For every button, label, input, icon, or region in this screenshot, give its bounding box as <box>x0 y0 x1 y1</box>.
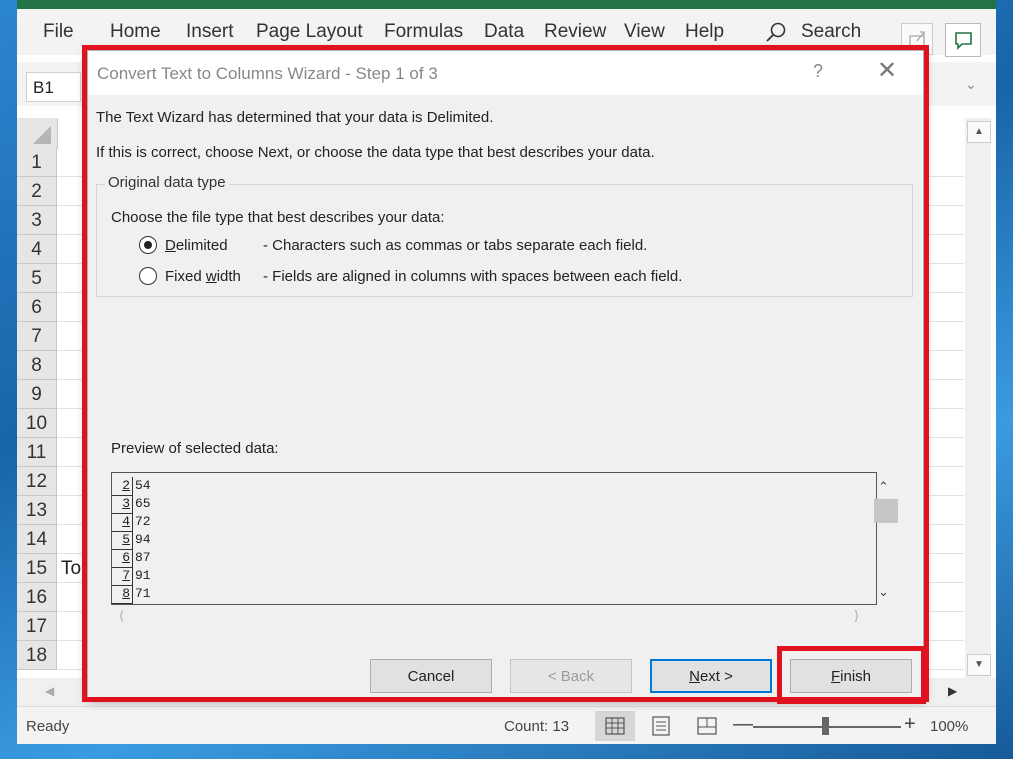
page-break-icon <box>697 717 717 735</box>
title-bar-strip <box>17 0 996 9</box>
row-header[interactable]: 10 <box>17 409 57 438</box>
formula-expand-icon[interactable]: ⌄ <box>965 76 977 93</box>
scroll-up-icon[interactable]: ▲ <box>967 121 991 143</box>
menu-formulas[interactable]: Formulas <box>384 21 463 43</box>
row-header[interactable]: 11 <box>17 438 57 467</box>
zoom-slider-thumb[interactable] <box>822 717 829 735</box>
menu-review[interactable]: Review <box>544 21 606 43</box>
dialog-highlight-box <box>82 45 929 702</box>
scroll-down-icon[interactable]: ▼ <box>967 654 991 676</box>
row-header[interactable]: 4 <box>17 235 57 264</box>
row-header[interactable]: 6 <box>17 293 57 322</box>
menu-insert[interactable]: Insert <box>186 21 234 43</box>
row-header[interactable]: 13 <box>17 496 57 525</box>
row-header[interactable]: 2 <box>17 177 57 206</box>
zoom-level[interactable]: 100% <box>930 718 968 735</box>
search-icon[interactable] <box>765 21 787 43</box>
row-header[interactable]: 1 <box>17 148 57 177</box>
page-layout-view-button[interactable] <box>641 711 681 741</box>
row-header[interactable]: 5 <box>17 264 57 293</box>
name-box[interactable]: B1 <box>26 72 81 102</box>
row-header[interactable]: 14 <box>17 525 57 554</box>
row-header[interactable]: 16 <box>17 583 57 612</box>
page-break-view-button[interactable] <box>687 711 727 741</box>
row-header[interactable]: 18 <box>17 641 57 670</box>
normal-view-button[interactable] <box>595 711 635 741</box>
select-all-corner[interactable] <box>17 118 58 149</box>
vertical-scrollbar[interactable]: ▲ ▼ <box>965 118 991 678</box>
status-bar: Ready Count: 13 — + 100% <box>17 706 996 744</box>
hscroll-right-icon[interactable]: ▶ <box>948 684 957 698</box>
normal-view-icon <box>605 717 625 735</box>
search-label[interactable]: Search <box>801 21 861 43</box>
comments-button[interactable] <box>945 23 981 57</box>
row-header[interactable]: 17 <box>17 612 57 641</box>
select-all-triangle-icon <box>33 126 51 144</box>
row-header[interactable]: 3 <box>17 206 57 235</box>
row-header[interactable]: 15 <box>17 554 57 583</box>
row-header[interactable]: 8 <box>17 351 57 380</box>
page-layout-icon <box>652 716 670 736</box>
menu-view[interactable]: View <box>624 21 665 43</box>
menu-data[interactable]: Data <box>484 21 524 43</box>
cell-a15-text[interactable]: To <box>61 558 81 580</box>
finish-highlight-box <box>777 646 926 704</box>
comment-icon <box>955 32 972 50</box>
status-ready: Ready <box>26 718 70 735</box>
menu-file[interactable]: File <box>43 21 74 43</box>
row-header[interactable]: 7 <box>17 322 57 351</box>
status-count: Count: 13 <box>504 718 570 735</box>
zoom-in-icon[interactable]: + <box>904 713 916 736</box>
zoom-out-icon[interactable]: — <box>733 713 753 736</box>
row-header[interactable]: 12 <box>17 467 57 496</box>
row-header[interactable]: 9 <box>17 380 57 409</box>
tab-scroll-left-icon[interactable]: ◀ <box>45 684 54 698</box>
menu-help[interactable]: Help <box>685 21 724 43</box>
menu-home[interactable]: Home <box>110 21 161 43</box>
menu-page-layout[interactable]: Page Layout <box>256 21 363 43</box>
